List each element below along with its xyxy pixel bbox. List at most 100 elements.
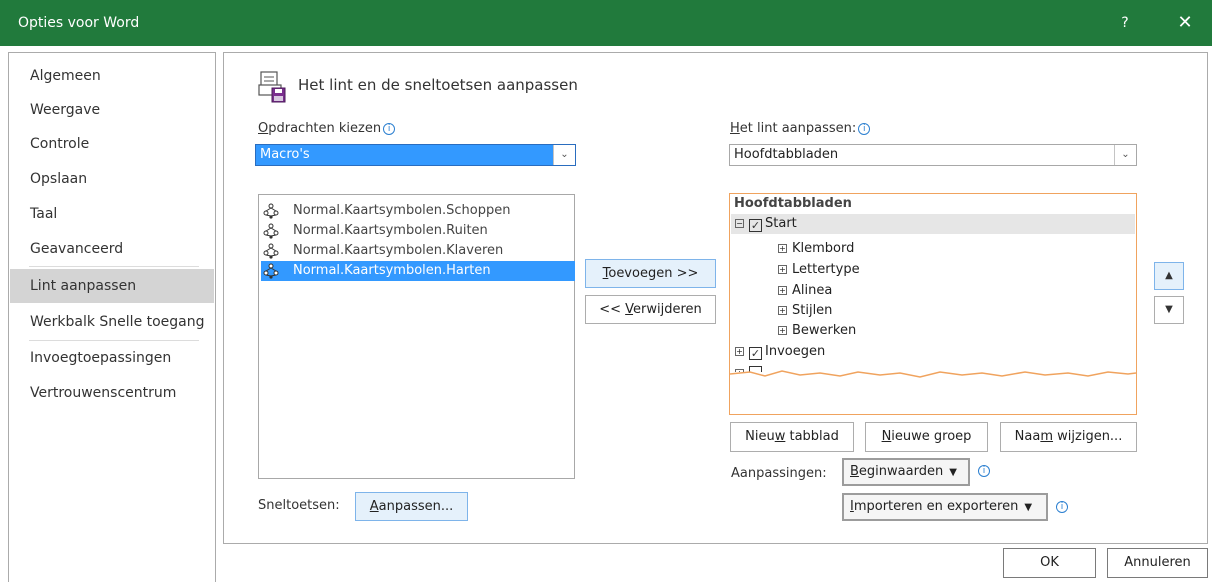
ribbon-label-accesskey: H bbox=[730, 121, 740, 136]
expand-icon[interactable]: + bbox=[778, 326, 787, 335]
sidebar-item-geavanceerd[interactable]: Geavanceerd bbox=[10, 232, 214, 266]
chevron-down-icon[interactable]: ⌄ bbox=[1114, 145, 1136, 165]
checkbox-checked-icon[interactable]: ✓ bbox=[749, 219, 762, 232]
tree-node-label: Invoegen bbox=[765, 344, 826, 359]
remove-button[interactable]: << Verwijderen bbox=[585, 295, 716, 324]
import-export-dropdown[interactable]: Importeren en exporteren ▼ bbox=[842, 493, 1048, 521]
list-item[interactable]: Normal.Kaartsymbolen.Klaveren bbox=[261, 241, 575, 261]
section-title: Het lint en de sneltoetsen aanpassen bbox=[298, 76, 578, 94]
sidebar-item-algemeen[interactable]: Algemeen bbox=[10, 59, 214, 93]
expand-icon[interactable]: + bbox=[778, 265, 787, 274]
new-group-text: ieuwe groep bbox=[891, 429, 972, 444]
commands-source-select[interactable]: Macro's ⌄ bbox=[255, 144, 576, 166]
sidebar-item-werkbalk-snelle-toegang[interactable]: Werkbalk Snelle toegang bbox=[10, 305, 214, 339]
tree-node-label: Lettertype bbox=[792, 262, 860, 277]
tree-node-start[interactable]: − ✓ Start bbox=[731, 214, 1135, 234]
list-item[interactable]: Normal.Kaartsymbolen.Ruiten bbox=[261, 221, 575, 241]
info-icon[interactable]: i bbox=[1056, 501, 1068, 513]
tree-node-label: Alinea bbox=[792, 283, 833, 298]
title-bar: Opties voor Word ? ✕ bbox=[0, 0, 1212, 46]
list-item[interactable]: Normal.Kaartsymbolen.Schoppen bbox=[261, 201, 575, 221]
tree-node-invoegen[interactable]: + ✓ Invoegen bbox=[735, 342, 825, 362]
rename-prefix: Naa bbox=[1014, 429, 1041, 444]
tree-node-label: Klembord bbox=[792, 241, 855, 256]
shortcuts-label: Sneltoetsen: bbox=[258, 498, 340, 513]
new-tab-prefix: Nieu bbox=[745, 429, 775, 444]
commands-label-accesskey: O bbox=[258, 121, 269, 136]
new-tab-accesskey: w bbox=[774, 429, 786, 444]
add-button-text: oevoegen >> bbox=[608, 266, 699, 281]
list-item-label: Normal.Kaartsymbolen.Klaveren bbox=[293, 243, 504, 258]
shortcuts-button-text: anpassen... bbox=[378, 499, 454, 514]
chevron-down-icon[interactable]: ⌄ bbox=[553, 145, 575, 165]
customize-ribbon-icon bbox=[258, 71, 286, 103]
remove-button-text: erwijderen bbox=[633, 302, 702, 317]
tree-node-group[interactable]: + Stijlen bbox=[778, 301, 832, 321]
expand-icon[interactable]: + bbox=[778, 306, 787, 315]
ribbon-label-text: et lint aanpassen: bbox=[739, 121, 857, 136]
sidebar-item-invoegtoepassingen[interactable]: Invoegtoepassingen bbox=[10, 341, 214, 375]
info-icon[interactable]: i bbox=[978, 465, 990, 477]
sidebar-divider bbox=[29, 266, 199, 267]
expand-icon[interactable]: + bbox=[778, 244, 787, 253]
sidebar-item-controle[interactable]: Controle bbox=[10, 127, 214, 161]
tree-node-label: Start bbox=[765, 216, 797, 231]
move-up-button[interactable]: ▲ bbox=[1154, 262, 1184, 290]
torn-edge bbox=[730, 370, 1136, 378]
new-tab-text: tabblad bbox=[785, 429, 839, 444]
commands-label: Opdrachten kiezen i bbox=[258, 121, 396, 136]
reset-accesskey: B bbox=[850, 464, 859, 479]
new-group-button[interactable]: Nieuwe groep bbox=[865, 422, 988, 452]
new-group-accesskey: N bbox=[881, 429, 892, 444]
sidebar-item-taal[interactable]: Taal bbox=[10, 197, 214, 231]
ribbon-tabs-value: Hoofdtabbladen bbox=[734, 147, 839, 162]
remove-button-accesskey: V bbox=[625, 302, 634, 317]
move-down-button[interactable]: ▼ bbox=[1154, 296, 1184, 324]
reset-text: eginwaarden bbox=[858, 464, 944, 479]
ribbon-tabs-select[interactable]: Hoofdtabbladen ⌄ bbox=[729, 144, 1137, 166]
list-item-selected[interactable]: Normal.Kaartsymbolen.Harten bbox=[261, 261, 575, 281]
cancel-button[interactable]: Annuleren bbox=[1107, 548, 1208, 578]
close-button[interactable]: ✕ bbox=[1168, 9, 1202, 37]
help-button[interactable]: ? bbox=[1112, 11, 1138, 35]
add-button[interactable]: Toevoegen >> bbox=[585, 259, 716, 288]
commands-label-text: pdrachten kiezen bbox=[268, 121, 382, 136]
options-sidebar: Algemeen Weergave Controle Opslaan Taal … bbox=[8, 52, 216, 582]
window-title: Opties voor Word bbox=[18, 15, 140, 31]
ok-button[interactable]: OK bbox=[1003, 548, 1096, 578]
info-icon[interactable]: i bbox=[858, 123, 871, 135]
tree-node-group[interactable]: + Alinea bbox=[778, 281, 832, 301]
ribbon-tree[interactable]: Hoofdtabbladen − ✓ Start + Klembord + Letter… bbox=[729, 193, 1137, 415]
commands-source-value: Macro's bbox=[260, 147, 310, 162]
new-tab-button[interactable]: Nieuw tabblad bbox=[730, 422, 854, 452]
expand-icon[interactable]: + bbox=[778, 286, 787, 295]
tree-node-label: Stijlen bbox=[792, 303, 833, 318]
sidebar-item-opslaan[interactable]: Opslaan bbox=[10, 162, 214, 196]
rename-text: wijzigen... bbox=[1053, 429, 1123, 444]
customize-shortcuts-button[interactable]: Aanpassen... bbox=[355, 492, 468, 521]
sidebar-item-lint-aanpassen[interactable]: Lint aanpassen bbox=[10, 269, 214, 303]
shortcuts-button-accesskey: A bbox=[369, 499, 379, 514]
tree-node-group[interactable]: + Klembord bbox=[778, 239, 854, 259]
remove-button-prefix: << bbox=[599, 302, 626, 317]
reset-dropdown[interactable]: Beginwaarden ▼ bbox=[842, 458, 970, 486]
list-item-label: Normal.Kaartsymbolen.Harten bbox=[293, 263, 491, 278]
expand-icon[interactable]: + bbox=[735, 347, 744, 356]
dropdown-arrow-icon: ▼ bbox=[949, 467, 957, 478]
tree-header: Hoofdtabbladen bbox=[734, 196, 852, 211]
dropdown-arrow-icon: ▼ bbox=[1024, 502, 1033, 513]
info-icon[interactable]: i bbox=[383, 123, 396, 135]
macro-icon bbox=[263, 223, 279, 239]
sidebar-item-vertrouwenscentrum[interactable]: Vertrouwenscentrum bbox=[10, 376, 214, 410]
list-item-label: Normal.Kaartsymbolen.Schoppen bbox=[293, 203, 511, 218]
macro-icon bbox=[263, 243, 279, 259]
sidebar-item-weergave[interactable]: Weergave bbox=[10, 93, 214, 127]
checkbox-checked-icon[interactable]: ✓ bbox=[749, 347, 762, 360]
collapse-icon[interactable]: − bbox=[735, 219, 744, 228]
macro-icon bbox=[263, 203, 279, 219]
tree-node-group[interactable]: + Lettertype bbox=[778, 260, 860, 280]
customizations-label: Aanpassingen: bbox=[731, 466, 827, 481]
commands-listbox[interactable]: Normal.Kaartsymbolen.Schoppen Normal.Kaa… bbox=[258, 194, 575, 479]
tree-node-group[interactable]: + Bewerken bbox=[778, 321, 856, 341]
rename-button[interactable]: Naam wijzigen... bbox=[1000, 422, 1137, 452]
